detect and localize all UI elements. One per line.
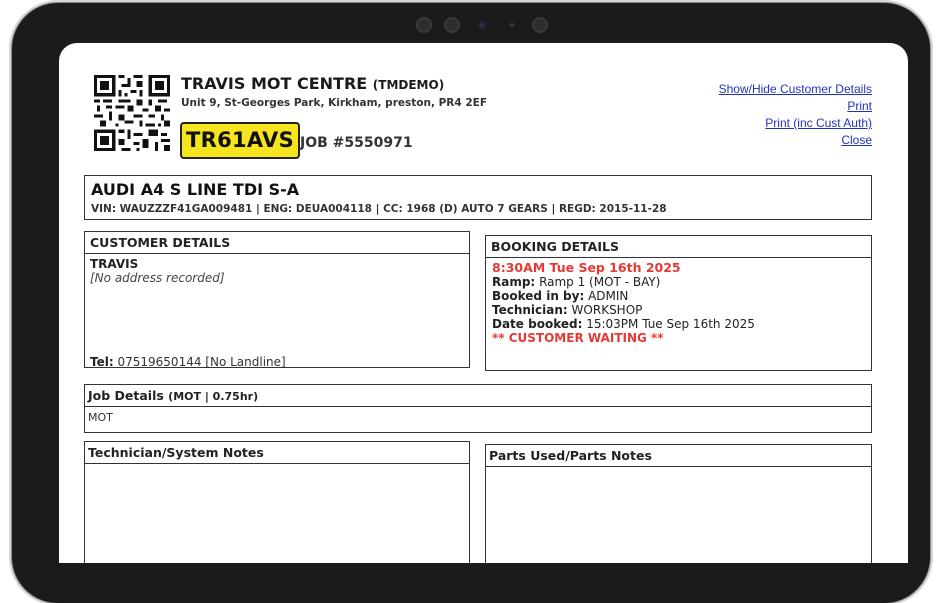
toggle-customer-details-link[interactable]: Show/Hide Customer Details (719, 81, 872, 98)
booking-booked-by: Booked in by: ADMIN (492, 289, 865, 303)
parts-notes-panel: Parts Used/Parts Notes (485, 444, 872, 563)
booking-datetime: 8:30AM Tue Sep 16th 2025 (492, 260, 681, 275)
booked-by-value: ADMIN (588, 289, 629, 303)
company-address: Unit 9, St-Georges Park, Kirkham, presto… (181, 97, 487, 109)
job-line-item: MOT (88, 411, 113, 424)
customer-telephone: Tel: 07519650144 [No Landline] (90, 355, 286, 369)
customer-details-panel: CUSTOMER DETAILS TRAVIS [No address reco… (84, 231, 470, 369)
booking-details-body: 8:30AM Tue Sep 16th 2025 Ramp: Ramp 1 (M… (486, 258, 871, 348)
technician-label: Technician: (492, 303, 568, 317)
job-details-title: Job Details (88, 388, 164, 403)
camera-sensor-icon (478, 21, 486, 29)
customer-address: [No address recorded] (90, 271, 225, 285)
vehicle-spec: VIN: WAUZZZF41GA009481 | ENG: DEUA004118… (91, 203, 667, 215)
camera-lens-icon (444, 17, 460, 33)
print-with-auth-link[interactable]: Print (inc Cust Auth) (719, 115, 872, 132)
booking-date-booked: Date booked: 15:03PM Tue Sep 16th 2025 (492, 317, 865, 331)
print-link[interactable]: Print (719, 98, 872, 115)
company-name-text: TRAVIS MOT CENTRE (181, 74, 368, 93)
parts-notes-heading: Parts Used/Parts Notes (486, 445, 871, 467)
action-links: Show/Hide Customer Details Print Print (… (719, 81, 872, 149)
camera-bar (416, 15, 552, 35)
company-code: (TMDEMO) (372, 78, 445, 92)
customer-details-body: TRAVIS [No address recorded] Tel: 075196… (85, 254, 469, 369)
customer-waiting-alert: ** CUSTOMER WAITING ** (492, 331, 664, 345)
job-details-panel: Job Details (MOT | 0.75hr) MOT (84, 384, 872, 433)
date-booked-value: 15:03PM Tue Sep 16th 2025 (586, 317, 755, 331)
vehicle-title: AUDI A4 S LINE TDI S-A (91, 180, 300, 199)
technician-notes-panel: Technician/System Notes (84, 441, 470, 563)
technician-value: WORKSHOP (571, 303, 643, 317)
qr-code-icon (94, 75, 170, 151)
tablet-frame: TRAVIS MOT CENTRE (TMDEMO) Unit 9, St-Ge… (12, 3, 930, 603)
customer-name: TRAVIS (90, 257, 139, 271)
registration-plate: TR61AVS (180, 122, 301, 159)
job-details-heading: Job Details (MOT | 0.75hr) (85, 385, 871, 407)
customer-details-heading: CUSTOMER DETAILS (85, 232, 469, 254)
job-number: JOB #5550971 (300, 135, 413, 151)
job-sheet-screen: TRAVIS MOT CENTRE (TMDEMO) Unit 9, St-Ge… (59, 43, 908, 563)
company-name: TRAVIS MOT CENTRE (TMDEMO) (181, 74, 444, 93)
technician-notes-heading: Technician/System Notes (85, 442, 469, 464)
camera-lens-icon (532, 17, 548, 33)
telephone-value: 07519650144 [No Landline] (117, 355, 286, 369)
close-link[interactable]: Close (719, 132, 872, 149)
booked-by-label: Booked in by: (492, 289, 585, 303)
ramp-value: Ramp 1 (MOT - BAY) (539, 275, 661, 289)
camera-lens-icon (416, 17, 432, 33)
date-booked-label: Date booked: (492, 317, 583, 331)
booking-details-panel: BOOKING DETAILS 8:30AM Tue Sep 16th 2025… (485, 235, 872, 371)
camera-dot-icon (510, 23, 514, 27)
booking-ramp: Ramp: Ramp 1 (MOT - BAY) (492, 275, 865, 289)
booking-details-heading: BOOKING DETAILS (486, 236, 871, 258)
ramp-label: Ramp: (492, 275, 536, 289)
telephone-label: Tel: (90, 355, 114, 369)
job-details-sub: (MOT | 0.75hr) (168, 390, 259, 403)
vehicle-panel: AUDI A4 S LINE TDI S-A VIN: WAUZZZF41GA0… (84, 175, 872, 220)
booking-technician: Technician: WORKSHOP (492, 303, 865, 317)
